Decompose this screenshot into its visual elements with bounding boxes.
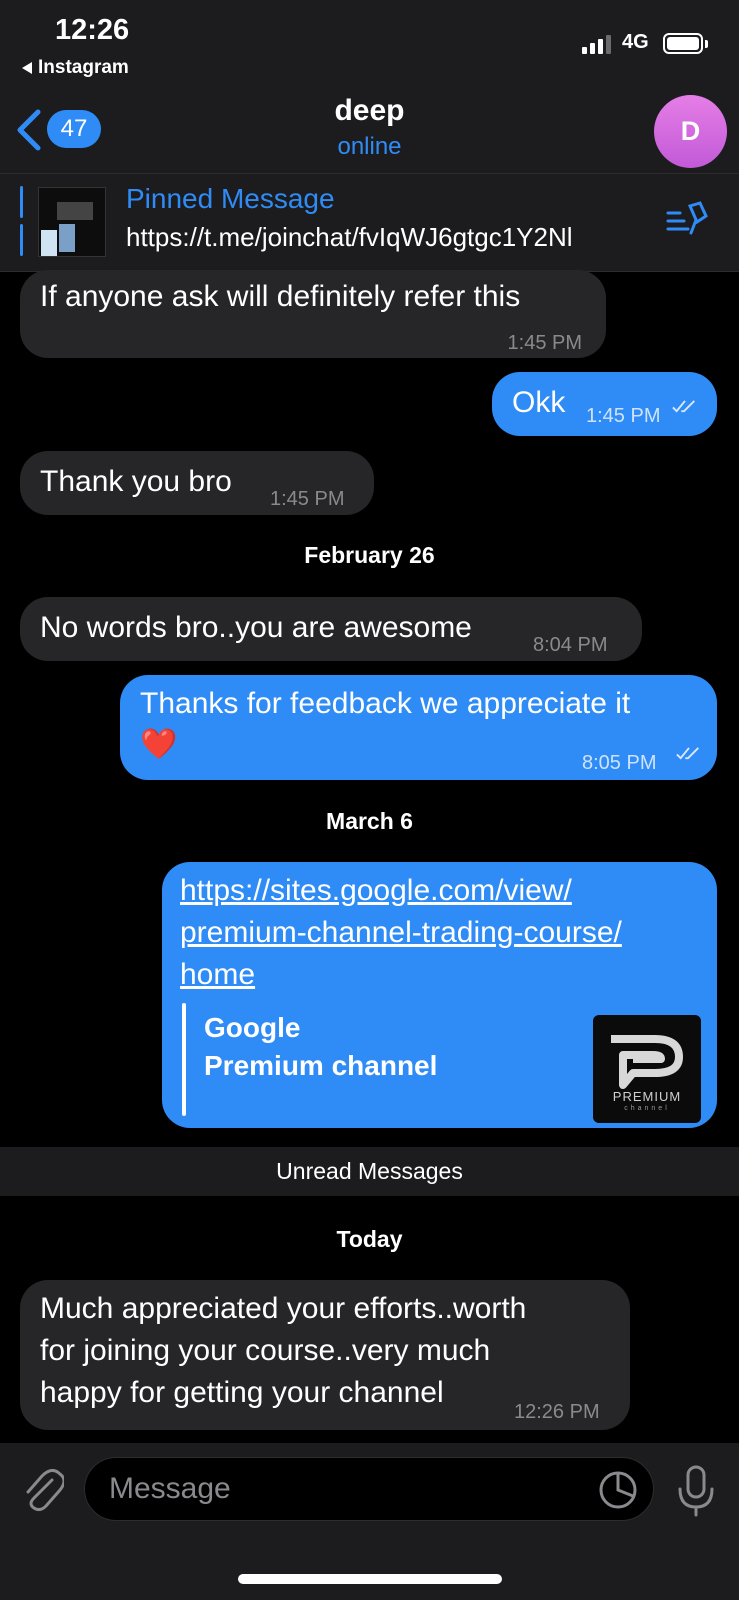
sticker-icon[interactable]: [598, 1470, 638, 1510]
unread-messages-separator: Unread Messages: [0, 1147, 739, 1196]
message-field[interactable]: [84, 1457, 654, 1521]
pin-list-icon[interactable]: [666, 200, 710, 240]
pinned-thumbnail: [38, 187, 106, 257]
date-separator: February 26: [304, 542, 435, 568]
pinned-indicator: [20, 224, 23, 256]
back-to-app-link[interactable]: Instagram: [22, 57, 129, 79]
back-app-label: Instagram: [38, 57, 129, 78]
pinned-text: https://t.me/joinchat/fvIqWJ6gtgc1Y2Nl: [126, 222, 573, 252]
status-time: 12:26: [55, 14, 130, 46]
network-label: 4G: [622, 31, 649, 53]
date-separator: Today: [336, 1226, 403, 1252]
message-text: Much appreciated your efforts..worth: [40, 1292, 527, 1325]
message-bubble-incoming[interactable]: No words bro..you are awesome 8:04 PM: [20, 597, 642, 661]
message-text: for joining your course..very much: [40, 1334, 491, 1367]
message-time: 12:26 PM: [514, 1401, 600, 1423]
link-preview-bar: [182, 1003, 186, 1116]
home-indicator: [238, 1574, 502, 1584]
message-text: Thank you bro: [40, 465, 232, 498]
message-time: 1:45 PM: [270, 488, 345, 510]
battery-icon: [663, 33, 703, 54]
link-preview-site: Google: [204, 1012, 301, 1043]
message-time: 1:45 PM: [586, 405, 661, 427]
message-time: 8:05 PM: [582, 752, 657, 774]
message-bubble-outgoing[interactable]: Okk 1:45 PM: [492, 372, 717, 436]
message-text: Okk: [512, 386, 566, 419]
pinned-indicator: [20, 186, 23, 218]
message-time: 1:45 PM: [507, 332, 582, 354]
message-link[interactable]: premium-channel-trading-course/: [180, 912, 699, 954]
message-link[interactable]: home: [180, 954, 699, 996]
message-input[interactable]: [109, 1458, 579, 1520]
message-text: Thanks for feedback we appreciate it: [140, 687, 631, 720]
chat-title[interactable]: deep: [0, 94, 739, 128]
message-bubble-incoming[interactable]: Thank you bro 1:45 PM: [20, 451, 374, 515]
microphone-icon[interactable]: [676, 1465, 716, 1517]
pinned-title: Pinned Message: [126, 183, 335, 214]
chat-status: online: [337, 133, 402, 160]
premium-logo-text: PREMIUM: [612, 1089, 682, 1104]
back-triangle-icon: [22, 62, 32, 74]
message-text: No words bro..you are awesome: [40, 611, 472, 644]
message-bubble-incoming[interactable]: Much appreciated your efforts..worth for…: [20, 1280, 630, 1430]
date-separator: March 6: [326, 808, 413, 834]
message-link[interactable]: https://sites.google.com/view/: [180, 870, 699, 912]
double-check-icon: [672, 400, 695, 413]
message-bubble-incoming[interactable]: If anyone ask will definitely refer this…: [20, 270, 606, 358]
avatar[interactable]: D: [654, 95, 727, 168]
battery-nub: [705, 40, 708, 48]
signal-icon: [582, 35, 611, 54]
premium-logo-subtext: channel: [624, 1105, 670, 1112]
message-bubble-outgoing[interactable]: Thanks for feedback we appreciate it ❤️ …: [120, 675, 717, 780]
message-time: 8:04 PM: [533, 634, 608, 656]
paperclip-icon[interactable]: [20, 1466, 64, 1512]
double-check-icon: [676, 747, 699, 760]
link-preview-title[interactable]: Premium channel: [204, 1050, 437, 1082]
message-text: If anyone ask will definitely refer this: [40, 280, 521, 313]
link-preview-image[interactable]: PREMIUM channel: [593, 1015, 701, 1123]
